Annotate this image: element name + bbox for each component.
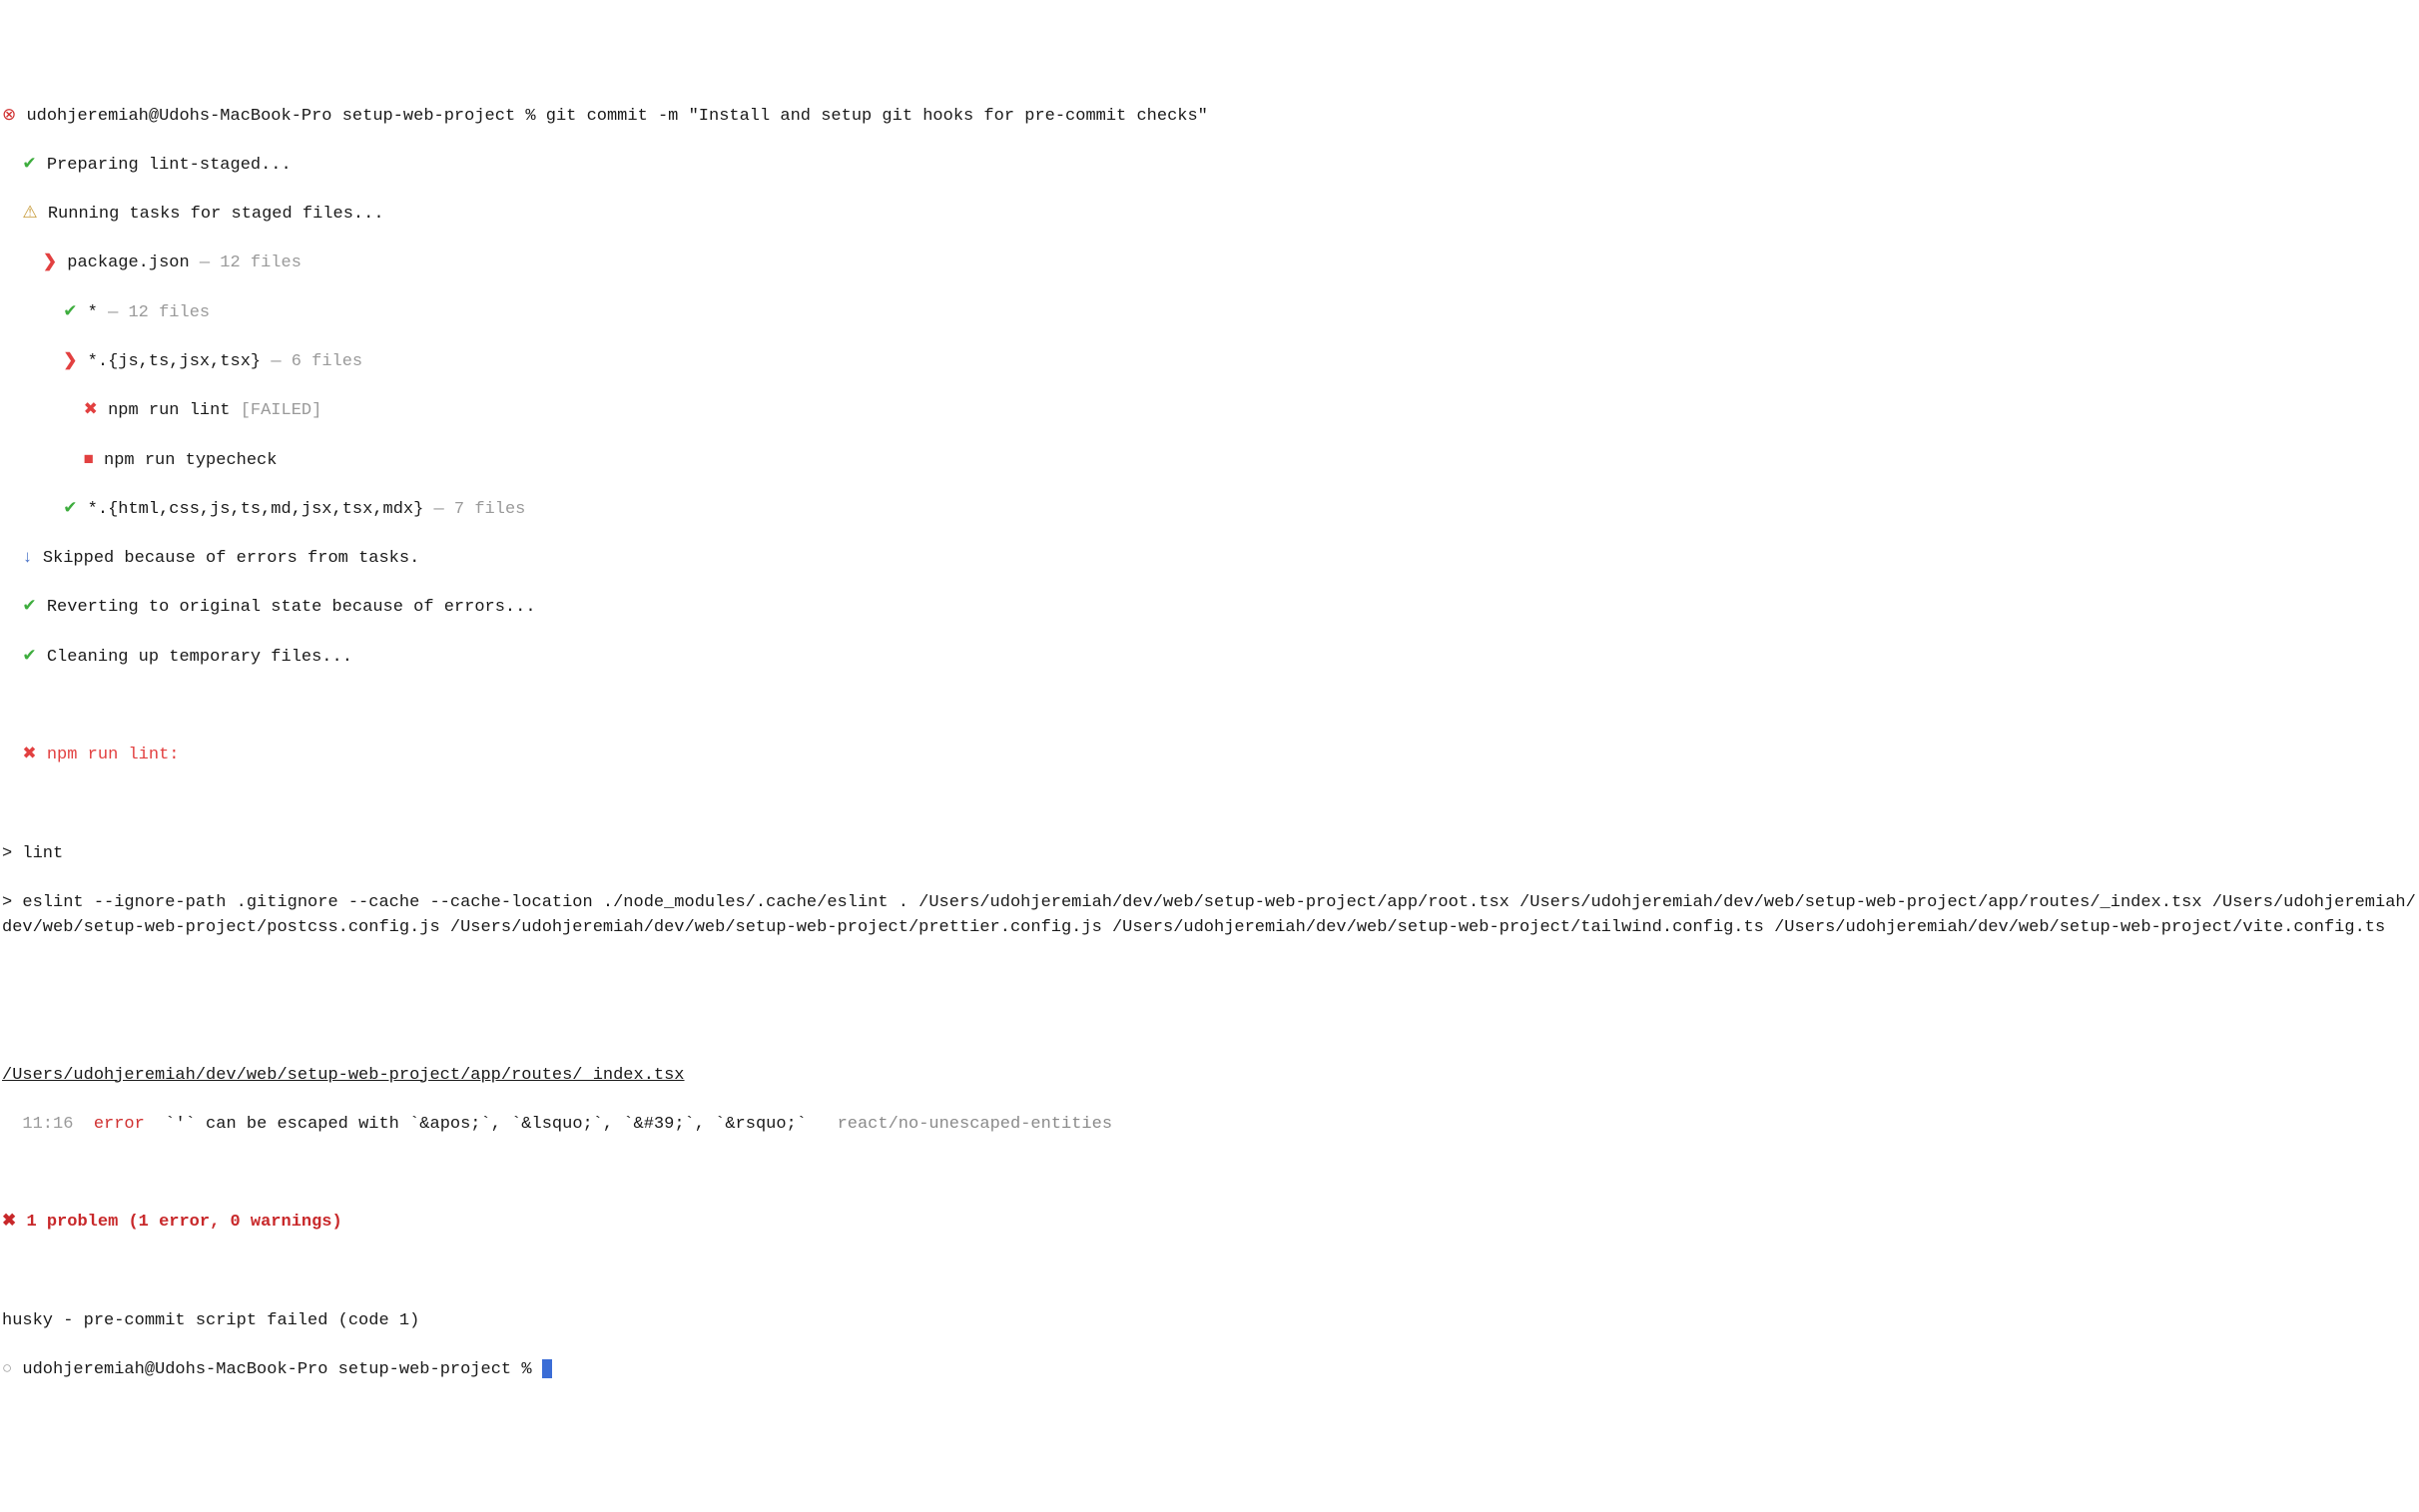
prompt-user: udohjeremiah@Udohs-MacBook-Pro bbox=[22, 1360, 327, 1379]
eslint-level: error bbox=[94, 1115, 145, 1134]
npm-script-echo: > lint bbox=[2, 842, 2417, 867]
prompt-dir: setup-web-project bbox=[338, 1360, 511, 1379]
prompt-line-1: ⊗ udohjeremiah@Udohs-MacBook-Pro setup-w… bbox=[2, 105, 2417, 130]
check-icon: ✔ bbox=[22, 156, 36, 175]
prompt-user: udohjeremiah@Udohs-MacBook-Pro bbox=[26, 107, 331, 126]
eslint-command-line: > eslint --ignore-path .gitignore --cach… bbox=[2, 891, 2417, 940]
cross-icon: ✖ bbox=[2, 1213, 16, 1232]
chevron-icon: ❯ bbox=[63, 352, 77, 371]
file-count: — 6 files bbox=[271, 352, 362, 371]
task-star: ✔ * — 12 files bbox=[2, 301, 2417, 326]
cross-icon: ✖ bbox=[22, 746, 36, 764]
task-package-json: ❯ package.json — 12 files bbox=[2, 252, 2417, 276]
eslint-rule: react/no-unescaped-entities bbox=[838, 1115, 1112, 1134]
failed-label: [FAILED] bbox=[241, 401, 322, 420]
blank-line bbox=[2, 695, 2417, 720]
prompt-sep: % bbox=[521, 1360, 531, 1379]
blank-line bbox=[2, 965, 2417, 990]
husky-fail-line: husky - pre-commit script failed (code 1… bbox=[2, 1309, 2417, 1334]
blank-line bbox=[2, 793, 2417, 818]
blank-line bbox=[2, 1260, 2417, 1285]
task-npm-lint: ✖ npm run lint [FAILED] bbox=[2, 399, 2417, 424]
lint-staged-preparing: ✔ Preparing lint-staged... bbox=[2, 154, 2417, 179]
eslint-file-path: /Users/udohjeremiah/dev/web/setup-web-pr… bbox=[2, 1064, 2417, 1089]
prompt-dir: setup-web-project bbox=[342, 107, 515, 126]
cursor-icon[interactable] bbox=[542, 1359, 552, 1378]
prompt-status-icon: ○ bbox=[2, 1360, 12, 1379]
file-count: — 12 files bbox=[108, 303, 210, 322]
task-npm-typecheck: ■ npm run typecheck bbox=[2, 449, 2417, 474]
prompt-status-icon: ⊗ bbox=[2, 107, 16, 126]
prompt-sep: % bbox=[525, 107, 535, 126]
check-icon: ✔ bbox=[63, 303, 77, 322]
fail-section-header: ✖ npm run lint: bbox=[2, 744, 2417, 768]
eslint-message: `'` can be escaped with `&apos;`, `&lsqu… bbox=[165, 1115, 807, 1134]
prompt-line-2[interactable]: ○ udohjeremiah@Udohs-MacBook-Pro setup-w… bbox=[2, 1358, 2417, 1383]
file-count: — 7 files bbox=[434, 500, 526, 519]
lint-staged-reverting: ✔ Reverting to original state because of… bbox=[2, 596, 2417, 621]
check-icon: ✔ bbox=[22, 598, 36, 617]
check-icon: ✔ bbox=[63, 500, 77, 519]
down-arrow-icon: ↓ bbox=[22, 549, 32, 568]
lint-staged-running: ⚠ Running tasks for staged files... bbox=[2, 203, 2417, 228]
chevron-icon: ❯ bbox=[43, 253, 57, 272]
blank-line bbox=[2, 1162, 2417, 1187]
warn-icon: ⚠ bbox=[22, 205, 37, 224]
task-js-glob: ❯ *.{js,ts,jsx,tsx} — 6 files bbox=[2, 350, 2417, 375]
lint-staged-skipped: ↓ Skipped because of errors from tasks. bbox=[2, 547, 2417, 572]
file-count: — 12 files bbox=[200, 253, 302, 272]
eslint-loc: 11:16 bbox=[2, 1115, 73, 1134]
blank-line bbox=[2, 1014, 2417, 1039]
eslint-summary: ✖ 1 problem (1 error, 0 warnings) bbox=[2, 1211, 2417, 1236]
command-text: git commit -m "Install and setup git hoo… bbox=[546, 107, 1208, 126]
lint-staged-cleaning: ✔ Cleaning up temporary files... bbox=[2, 646, 2417, 671]
check-icon: ✔ bbox=[22, 648, 36, 667]
square-icon: ■ bbox=[84, 451, 94, 470]
cross-icon: ✖ bbox=[84, 401, 98, 420]
eslint-error-line: 11:16 error `'` can be escaped with `&ap… bbox=[2, 1113, 2417, 1138]
task-html-glob: ✔ *.{html,css,js,ts,md,jsx,tsx,mdx} — 7 … bbox=[2, 498, 2417, 523]
